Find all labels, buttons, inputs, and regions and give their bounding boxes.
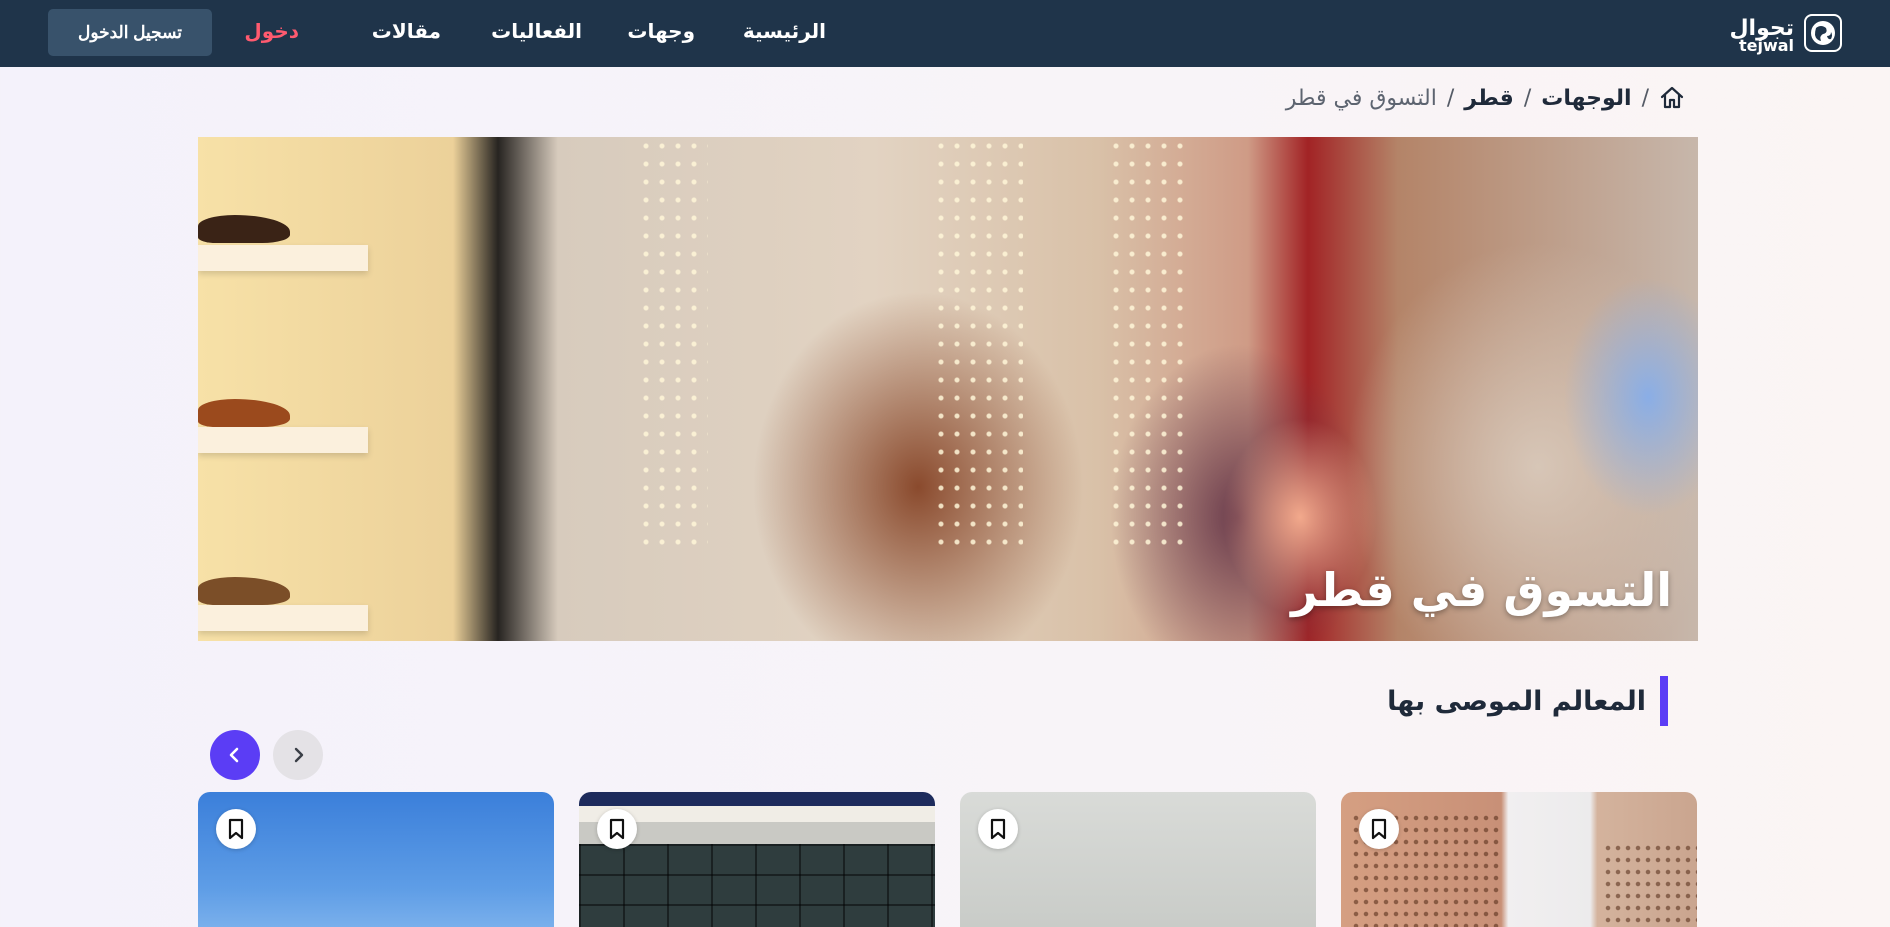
building-windows — [579, 844, 935, 927]
nav-articles[interactable]: مقالات — [372, 19, 441, 43]
top-navbar: تجوال tejwal الرئيسية وجهات الفعاليات مق… — [0, 0, 1890, 67]
bookmark-button[interactable] — [597, 809, 637, 849]
globe-icon — [1804, 14, 1842, 52]
attraction-card[interactable] — [198, 792, 554, 927]
section-title: المعالم الموصى بها — [1387, 676, 1668, 726]
shelf-decoration — [198, 245, 368, 271]
string-lights — [1108, 137, 1188, 557]
bookmark-icon — [1371, 818, 1387, 840]
shoe-decoration — [198, 577, 290, 605]
bookmark-icon — [990, 818, 1006, 840]
shoe-decoration — [198, 215, 290, 243]
bookmark-button[interactable] — [216, 809, 256, 849]
string-lights — [638, 137, 708, 557]
carousel-next-button[interactable] — [273, 730, 323, 780]
attraction-card[interactable] — [960, 792, 1316, 927]
breadcrumb-qatar[interactable]: قطر — [1464, 86, 1514, 111]
hero-title: التسوق في قطر — [1291, 563, 1672, 617]
nav-destinations[interactable]: وجهات — [627, 19, 695, 43]
bookmark-icon — [609, 818, 625, 840]
breadcrumb-separator: / — [1446, 85, 1455, 111]
attraction-card[interactable] — [579, 792, 935, 927]
shelf-decoration — [198, 427, 368, 453]
breadcrumb-separator: / — [1641, 85, 1649, 111]
bookmark-button[interactable] — [978, 809, 1018, 849]
nav-events[interactable]: الفعاليات — [491, 19, 582, 43]
bookmark-icon — [228, 818, 244, 840]
hero-image: التسوق في قطر — [198, 137, 1698, 641]
tower-windows — [1603, 842, 1697, 927]
register-button[interactable]: تسجيل الدخول — [48, 9, 212, 56]
breadcrumb: / الوجهات / قطر / التسوق في قطر — [1286, 82, 1685, 114]
logo-latin-text: tejwal — [1738, 36, 1794, 55]
shoe-decoration — [198, 399, 290, 427]
string-lights — [933, 137, 1023, 557]
login-link[interactable]: دخول — [244, 19, 299, 43]
breadcrumb-current: التسوق في قطر — [1285, 85, 1437, 111]
site-logo[interactable]: تجوال tejwal — [1720, 12, 1842, 56]
nav-home[interactable]: الرئيسية — [743, 19, 826, 43]
carousel-prev-button[interactable] — [210, 730, 260, 780]
bookmark-button[interactable] — [1359, 809, 1399, 849]
attraction-card[interactable] — [1341, 792, 1697, 927]
chevron-left-icon — [229, 747, 239, 763]
breadcrumb-separator: / — [1523, 85, 1532, 111]
shelf-decoration — [198, 605, 368, 631]
home-icon[interactable] — [1659, 85, 1685, 111]
breadcrumb-destinations[interactable]: الوجهات — [1541, 86, 1631, 111]
chevron-right-icon — [294, 747, 304, 763]
